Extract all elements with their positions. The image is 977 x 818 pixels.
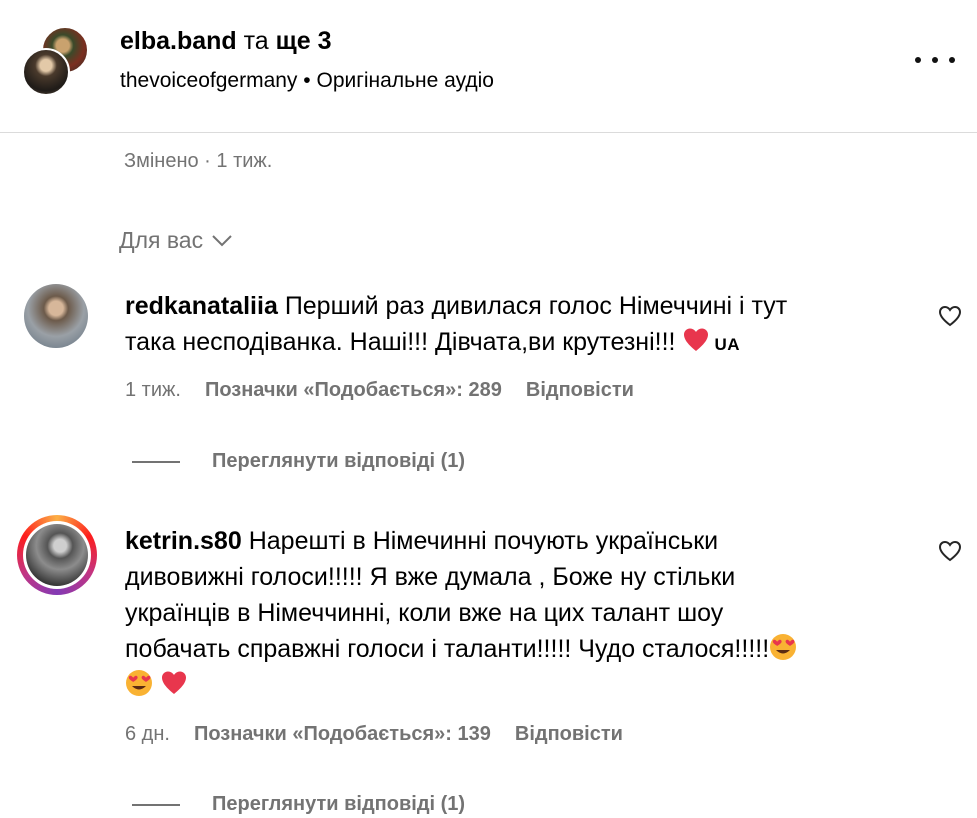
edited-timestamp: Змінено · 1 тиж. <box>124 150 273 172</box>
comment-username[interactable]: redkanataliia <box>125 292 278 320</box>
likes-count[interactable]: Позначки «Подобається»: 289 <box>205 379 502 402</box>
audio-label[interactable]: Оригінальне аудіо <box>316 69 494 92</box>
avatar[interactable] <box>22 48 70 96</box>
more-icon[interactable] <box>915 48 955 72</box>
comment-time[interactable]: 1 тиж. <box>125 379 181 402</box>
comment-body: така несподіванка. Наші!!! Дівчата,ви кр… <box>125 328 676 356</box>
comment-text: ketrin.s80 Нарешті в Німечинні почують у… <box>125 523 885 703</box>
divider-line <box>132 460 180 463</box>
post-header: elba.band та ще 3 thevoiceofgermany • Ор… <box>0 0 977 133</box>
comment-username[interactable]: ketrin.s80 <box>125 527 242 555</box>
author-username[interactable]: elba.band <box>120 27 237 55</box>
comment-body: Перший раз дивилася голос Німеччині і ту… <box>284 292 788 320</box>
view-replies-button[interactable]: Переглянути відповіді (1) <box>132 450 465 473</box>
comment-meta: 6 дн. Позначки «Подобається»: 139 Відпов… <box>125 723 623 746</box>
avatar-image <box>26 524 88 586</box>
view-replies-button[interactable]: Переглянути відповіді (1) <box>132 793 465 816</box>
avatar[interactable] <box>24 284 88 348</box>
other-authors-link[interactable]: ще 3 <box>276 27 332 55</box>
post-authors[interactable]: elba.band та ще 3 <box>120 27 332 56</box>
likes-count[interactable]: Позначки «Подобається»: 139 <box>194 723 491 746</box>
comment-body: побачать справжні голоси і таланти!!!!! … <box>125 635 770 663</box>
comment-text: redkanataliia Перший раз дивилася голос … <box>125 288 885 363</box>
comment-item: redkanataliia Перший раз дивилася голос … <box>0 280 977 480</box>
red-heart-emoji <box>161 671 186 694</box>
comment-meta: 1 тиж. Позначки «Подобається»: 289 Відпо… <box>125 379 634 402</box>
flag-ua-text: UA <box>714 335 740 354</box>
red-heart-emoji <box>684 328 709 351</box>
collab-avatars[interactable] <box>22 26 90 96</box>
audio-line: thevoiceofgermany • Оригінальне аудіо <box>120 69 494 93</box>
heart-eyes-emoji <box>126 670 152 696</box>
chevron-down-icon <box>212 234 232 246</box>
filter-label: Для вас <box>119 227 204 253</box>
audio-account[interactable]: thevoiceofgermany <box>120 69 297 92</box>
heart-outline-icon[interactable] <box>937 303 963 329</box>
reply-button[interactable]: Відповісти <box>515 723 623 746</box>
heart-eyes-emoji <box>770 634 797 660</box>
view-replies-label: Переглянути відповіді (1) <box>212 793 466 815</box>
divider-line <box>132 803 180 806</box>
comment-body: дивовижні голоси!!!!! Я вже думала , Бож… <box>125 563 736 591</box>
reply-button[interactable]: Відповісти <box>526 379 634 402</box>
comment-body: українців в Німеччинні, коли вже на цих … <box>125 599 724 627</box>
separator: • <box>303 69 311 92</box>
comment-time[interactable]: 6 дн. <box>125 723 170 746</box>
comment-filter-dropdown[interactable]: Для вас <box>119 227 233 254</box>
heart-outline-icon[interactable] <box>937 538 963 564</box>
view-replies-label: Переглянути відповіді (1) <box>212 450 466 472</box>
comment-body: Нарешті в Німечинні почують українськи <box>248 527 719 555</box>
comment-item: ketrin.s80 Нарешті в Німечинні почують у… <box>0 515 977 818</box>
joiner-text: та <box>243 27 269 55</box>
